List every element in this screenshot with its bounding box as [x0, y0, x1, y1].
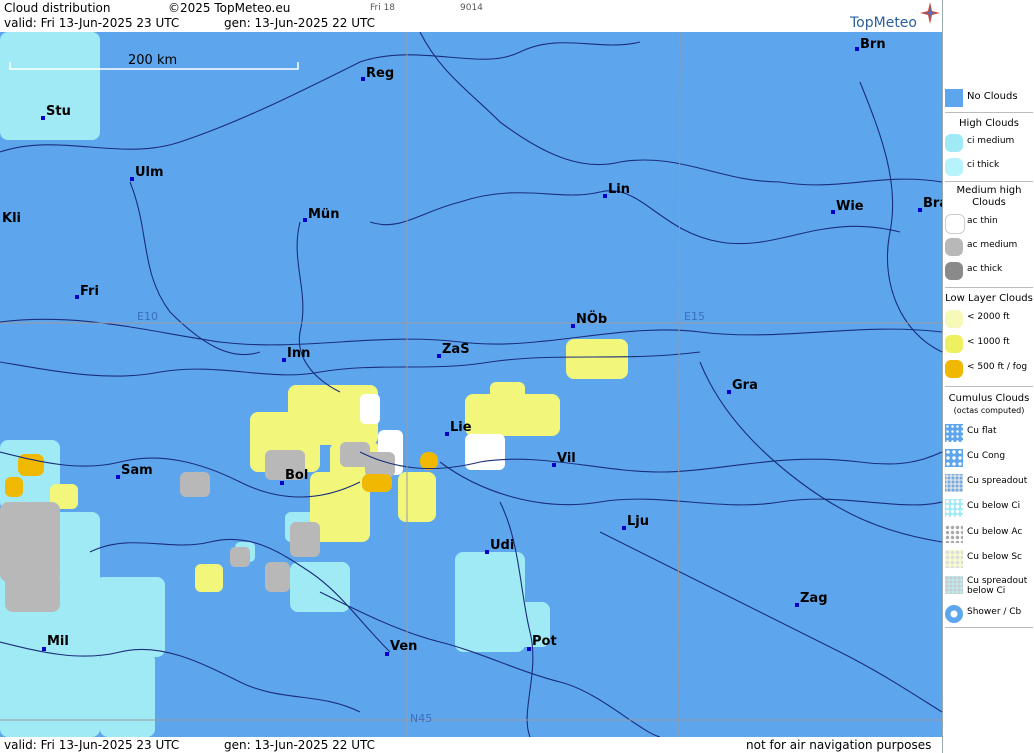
- footer-generated-time: gen: 13-Jun-2025 22 UTC: [224, 738, 376, 752]
- city-brn: Brn: [855, 37, 886, 52]
- city-bol: Bol: [280, 468, 308, 485]
- legend-ac-medium: ac medium: [943, 236, 1034, 258]
- city-lin: Lin: [603, 182, 630, 198]
- footer-valid-time: valid: Fri 13-Jun-2025 23 UTC: [4, 738, 180, 752]
- product-title: Cloud distribution: [4, 1, 111, 15]
- legend-low-title: Low Layer Clouds: [945, 293, 1033, 304]
- legend-cu-subtitle: (octas computed): [953, 406, 1025, 415]
- legend-cu-cong: Cu Cong: [943, 447, 1034, 469]
- cloud-map[interactable]: E10 E15 N45 200 km Brn Reg Stu Ulm Lin W…: [0, 32, 942, 737]
- svg-text:Vil: Vil: [557, 451, 576, 466]
- generated-time: gen: 13-Jun-2025 22 UTC: [224, 16, 376, 30]
- city-wie: Wie: [831, 199, 864, 214]
- city-nob: NÖb: [571, 311, 607, 328]
- no-clouds-swatch: [945, 89, 963, 107]
- legend-panel: No Clouds High Clouds ci medium ci thick…: [942, 0, 1034, 753]
- city-mun: Mün: [303, 207, 339, 222]
- header-bar: Cloud distribution ©2025 TopMeteo.eu Fri…: [0, 0, 942, 32]
- svg-text:Lju: Lju: [627, 514, 649, 529]
- legend-ac-thick: ac thick: [943, 260, 1034, 282]
- map-canvas: E10 E15 N45 200 km Brn Reg Stu Ulm Lin W…: [0, 32, 942, 737]
- city-lju: Lju: [622, 514, 649, 530]
- svg-text:Inn: Inn: [287, 346, 310, 361]
- legend-low-2000: < 2000 ft: [943, 308, 1034, 330]
- svg-text:NÖb: NÖb: [576, 311, 607, 327]
- city-inn: Inn: [282, 346, 310, 362]
- legend-mid-title: Medium high Clouds: [956, 185, 1022, 208]
- grid-label-e10: E10: [137, 310, 158, 323]
- topmeteo-logo: TopMeteo: [850, 15, 917, 31]
- legend-cu-title: Cumulus Clouds: [948, 393, 1030, 404]
- shower-icon: [945, 605, 963, 623]
- svg-text:Mün: Mün: [308, 207, 339, 222]
- svg-text:Brn: Brn: [860, 37, 886, 52]
- city-ulm: Ulm: [130, 165, 164, 181]
- legend-ci-thick: ci thick: [943, 156, 1034, 178]
- city-stu: Stu: [41, 104, 71, 120]
- footer-bar: valid: Fri 13-Jun-2025 23 UTC gen: 13-Ju…: [0, 737, 942, 753]
- svg-text:Bra: Bra: [923, 196, 942, 211]
- svg-text:Pot: Pot: [532, 634, 557, 649]
- svg-text:Wie: Wie: [836, 199, 864, 214]
- legend-cu-below-sc: Cu below Sc: [943, 548, 1034, 570]
- svg-text:Reg: Reg: [366, 66, 394, 81]
- svg-text:Kli: Kli: [2, 211, 21, 226]
- svg-text:Lie: Lie: [450, 420, 472, 435]
- city-pot: Pot: [527, 634, 557, 651]
- city-zag: Zag: [795, 591, 828, 607]
- legend-cu-spreadout: Cu spreadout: [943, 472, 1034, 494]
- scale-label: 200 km: [128, 53, 177, 68]
- legend-cu-below-ci: Cu below Ci: [943, 497, 1034, 519]
- legend-ci-medium: ci medium: [943, 132, 1034, 154]
- valid-time: valid: Fri 13-Jun-2025 23 UTC: [4, 16, 180, 30]
- svg-text:Gra: Gra: [732, 378, 758, 393]
- grid-label-n45: N45: [410, 712, 432, 725]
- city-zas: ZaS: [437, 342, 470, 358]
- legend-no-clouds: No Clouds: [943, 87, 1034, 109]
- legend-low-500: < 500 ft / fog: [943, 358, 1034, 380]
- city-sam: Sam: [116, 463, 153, 479]
- svg-text:Udi: Udi: [490, 538, 514, 553]
- disclaimer: not for air navigation purposes: [746, 738, 932, 752]
- city-ven: Ven: [385, 639, 417, 656]
- svg-text:Ulm: Ulm: [135, 165, 164, 180]
- svg-text:Fri: Fri: [80, 284, 99, 299]
- legend-shower-cb: Shower / Cb: [943, 603, 1034, 625]
- legend-cu-flat: Cu flat: [943, 422, 1034, 444]
- svg-text:Stu: Stu: [46, 104, 71, 119]
- svg-text:Mil: Mil: [47, 634, 69, 649]
- svg-text:ZaS: ZaS: [442, 342, 470, 357]
- svg-text:Zag: Zag: [800, 591, 828, 606]
- legend-cu-spreadout-below-ci: Cu spreadout below Ci: [943, 574, 1034, 604]
- city-kli: Kli: [2, 211, 21, 226]
- legend-low-1000: < 1000 ft: [943, 333, 1034, 355]
- svg-text:Bol: Bol: [285, 468, 308, 483]
- legend-cu-below-ac: Cu below Ac: [943, 523, 1034, 545]
- legend-high-title: High Clouds: [959, 118, 1019, 129]
- city-mil: Mil: [42, 634, 69, 651]
- day-tag: Fri 18: [370, 3, 396, 13]
- svg-text:Sam: Sam: [121, 463, 153, 478]
- city-reg: Reg: [361, 66, 394, 81]
- city-udi: Udi: [485, 538, 514, 554]
- copyright: ©2025 TopMeteo.eu: [168, 1, 291, 15]
- svg-text:Ven: Ven: [390, 639, 417, 654]
- grid-label-e15: E15: [684, 310, 705, 323]
- compass-star-icon: [920, 2, 940, 24]
- legend-ac-thin: ac thin: [943, 212, 1034, 234]
- svg-text:Lin: Lin: [608, 182, 630, 197]
- city-gra: Gra: [727, 378, 758, 394]
- code-tag: 9014: [460, 3, 483, 13]
